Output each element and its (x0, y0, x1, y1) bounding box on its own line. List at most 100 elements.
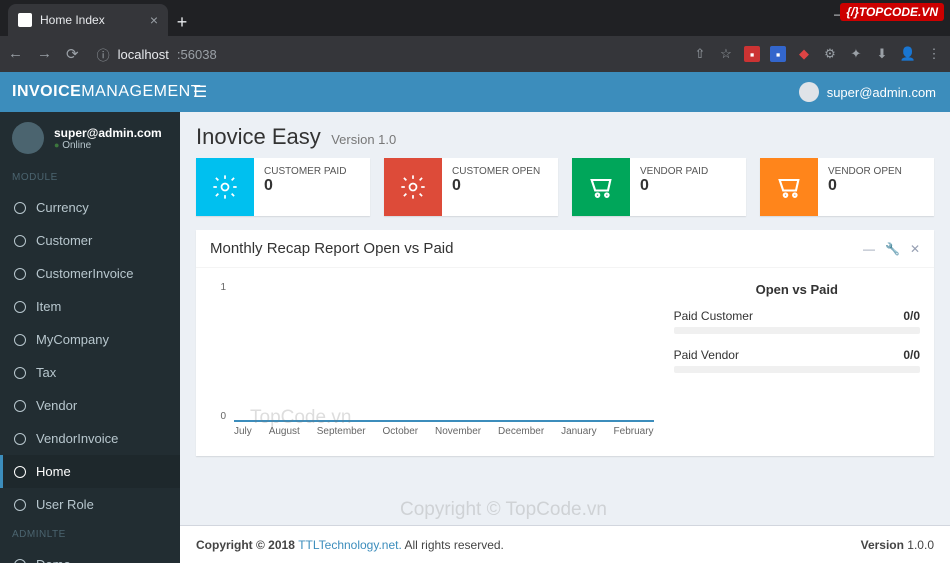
menu-icon[interactable]: ⋮ (926, 46, 942, 62)
tab-title: Home Index (40, 13, 105, 27)
sidebar-user-panel: super@admin.com ● Online (0, 112, 180, 164)
address-bar: ← → ⟳ ⓘ localhost :56038 ⇧ ☆ ▪ ▪ ◆ ⚙ ✦ ⬇ … (0, 36, 950, 72)
footer-version: Version 1.0.0 (861, 538, 934, 552)
stat-value: 0 (640, 177, 708, 195)
progress-bar (674, 327, 920, 334)
chart-x-axis: July August September October November D… (234, 426, 654, 442)
reload-button[interactable]: ⟳ (66, 45, 79, 63)
circle-icon (14, 202, 26, 214)
sidebar-user-status: ● Online (54, 140, 162, 151)
ext6-icon[interactable]: ⬇ (874, 46, 890, 62)
circle-icon (14, 235, 26, 247)
new-tab-button[interactable]: + (168, 8, 196, 36)
app-logo[interactable]: INVOICEMANAGEMENT (0, 83, 180, 101)
extension-icons: ⇧ ☆ ▪ ▪ ◆ ⚙ ✦ ⬇ 👤 ⋮ (692, 46, 942, 62)
sidebar-item-tax[interactable]: Tax (0, 356, 180, 389)
ext4-icon[interactable]: ⚙ (822, 46, 838, 62)
recap-sidebar: Open vs Paid Paid Customer0/0 Paid Vendo… (674, 282, 920, 442)
panel-close-button[interactable]: ✕ (910, 242, 920, 256)
gear-icon (196, 158, 254, 216)
progress-paid-vendor: Paid Vendor0/0 (674, 348, 920, 373)
panel-title: Monthly Recap Report Open vs Paid (210, 240, 453, 257)
share-icon[interactable]: ⇧ (692, 46, 708, 62)
stat-vendor-paid[interactable]: VENDOR PAID0 (572, 158, 746, 216)
url-input[interactable]: ⓘ localhost :56038 (89, 45, 682, 64)
topnav-user[interactable]: super@admin.com (799, 82, 950, 102)
sidebar-item-vendorinvoice[interactable]: VendorInvoice (0, 422, 180, 455)
ext1-icon[interactable]: ▪ (744, 46, 760, 62)
progress-paid-customer: Paid Customer0/0 (674, 309, 920, 334)
url-host: localhost (118, 47, 169, 62)
stat-customer-paid[interactable]: CUSTOMER PAID0 (196, 158, 370, 216)
panel-minimize-button[interactable]: — (863, 242, 875, 256)
sidebar-item-customer[interactable]: Customer (0, 224, 180, 257)
sidebar-user-name: super@admin.com (54, 126, 162, 140)
sidebar-avatar-icon (12, 122, 44, 154)
panel-settings-button[interactable]: 🔧 (885, 242, 900, 256)
circle-icon (14, 499, 26, 511)
progress-bar (674, 366, 920, 373)
sidebar-item-customerinvoice[interactable]: CustomerInvoice (0, 257, 180, 290)
stat-label: VENDOR OPEN (828, 166, 902, 177)
nav-header-module: MODULE (0, 164, 180, 191)
sidebar-item-currency[interactable]: Currency (0, 191, 180, 224)
forward-button[interactable]: → (37, 45, 52, 63)
ext7-icon[interactable]: 👤 (900, 46, 916, 62)
stat-value: 0 (828, 177, 902, 195)
circle-icon (14, 367, 26, 379)
stat-value: 0 (452, 177, 540, 195)
sidebar-item-vendor[interactable]: Vendor (0, 389, 180, 422)
content-header: Inovice Easy Version 1.0 (180, 112, 950, 158)
app: INVOICEMANAGEMENT ☰ super@admin.com supe… (0, 72, 950, 563)
sidebar-item-item[interactable]: Item (0, 290, 180, 323)
top-navbar: INVOICEMANAGEMENT ☰ super@admin.com (0, 72, 950, 112)
star-icon[interactable]: ☆ (718, 46, 734, 62)
circle-icon (14, 334, 26, 346)
browser-chrome: Home Index × + — ▢ ✕ {/}TOPCODE.VN ← → ⟳… (0, 0, 950, 72)
page-title: Inovice Easy (196, 124, 321, 149)
browser-tab[interactable]: Home Index × (8, 4, 168, 36)
recap-chart: 1 0 July August September October Novemb… (210, 282, 654, 442)
url-port: :56038 (177, 47, 217, 62)
stat-customer-open[interactable]: CUSTOMER OPEN0 (384, 158, 558, 216)
ext2-icon[interactable]: ▪ (770, 46, 786, 62)
topnav-user-label: super@admin.com (827, 85, 936, 100)
favicon-icon (18, 13, 32, 27)
footer-copyright: Copyright © 2018 TTLTechnology.net. All … (196, 538, 504, 552)
recap-title: Open vs Paid (674, 282, 920, 297)
sidebar: super@admin.com ● Online MODULE Currency… (0, 112, 180, 563)
circle-icon (14, 301, 26, 313)
stat-value: 0 (264, 177, 346, 195)
circle-icon (14, 268, 26, 280)
sidebar-item-home[interactable]: Home (0, 455, 180, 488)
gear-icon (384, 158, 442, 216)
tab-close-icon[interactable]: × (150, 12, 158, 28)
page-subtitle: Version 1.0 (331, 132, 396, 147)
sidebar-item-mycompany[interactable]: MyCompany (0, 323, 180, 356)
ext3-icon[interactable]: ◆ (796, 46, 812, 62)
sidebar-item-demo[interactable]: Demo (0, 548, 180, 563)
panel-header: Monthly Recap Report Open vs Paid — 🔧 ✕ (196, 230, 934, 268)
chart-series-line (234, 420, 654, 422)
circle-icon (14, 400, 26, 412)
nav-header-adminlte: ADMINLTE (0, 521, 180, 548)
circle-icon (14, 466, 26, 478)
content-area: Inovice Easy Version 1.0 CUSTOMER PAID0 … (180, 112, 950, 563)
ext5-icon[interactable]: ✦ (848, 46, 864, 62)
stat-label: CUSTOMER OPEN (452, 166, 540, 177)
back-button[interactable]: ← (8, 45, 23, 63)
cart-icon (572, 158, 630, 216)
sidebar-item-userrole[interactable]: User Role (0, 488, 180, 521)
footer-link[interactable]: TTLTechnology.net. (298, 538, 402, 552)
circle-icon (14, 433, 26, 445)
stat-vendor-open[interactable]: VENDOR OPEN0 (760, 158, 934, 216)
circle-icon (14, 559, 26, 563)
footer: Copyright © 2018 TTLTechnology.net. All … (180, 525, 950, 563)
stat-label: VENDOR PAID (640, 166, 708, 177)
stat-row: CUSTOMER PAID0 CUSTOMER OPEN0 VENDOR PAI… (180, 158, 950, 230)
info-icon: ⓘ (97, 45, 110, 64)
avatar-icon (799, 82, 819, 102)
sidebar-toggle-button[interactable]: ☰ (180, 82, 220, 102)
topcode-badge: {/}TOPCODE.VN (840, 3, 944, 21)
tab-bar: Home Index × + — ▢ ✕ {/}TOPCODE.VN (0, 0, 950, 36)
